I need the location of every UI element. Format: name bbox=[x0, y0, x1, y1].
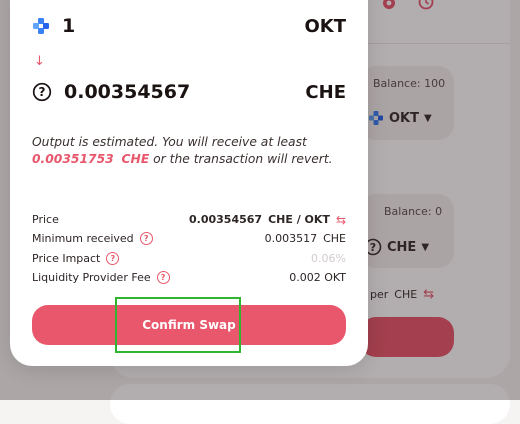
price-impact-row: Price Impact ? 0.06% bbox=[32, 249, 346, 268]
minimum-received-value: 0.003517 bbox=[264, 232, 318, 246]
output-token-symbol: CHE bbox=[305, 81, 346, 103]
price-label: Price bbox=[32, 213, 59, 227]
input-token-symbol: OKT bbox=[304, 15, 346, 37]
lp-fee-row: Liquidity Provider Fee ? 0.002 OKT bbox=[32, 268, 346, 287]
arrow-down-icon: ↓ bbox=[34, 54, 45, 69]
confirm-swap-modal: 1 OKT ↓ ? 0.00354567 CHE Output is estim… bbox=[10, 0, 368, 366]
price-value: 0.00354567 bbox=[189, 213, 263, 227]
confirm-swap-button[interactable]: Confirm Swap bbox=[32, 305, 346, 345]
price-value-group: 0.00354567 CHE / OKT ⇆ bbox=[189, 213, 346, 227]
estimate-line2: or the transaction will revert. bbox=[153, 152, 333, 166]
lp-fee-value: 0.002 OKT bbox=[289, 271, 346, 285]
question-token-icon: ? bbox=[32, 82, 52, 102]
price-row: Price 0.00354567 CHE / OKT ⇆ bbox=[32, 210, 346, 229]
input-amount-row: 1 OKT bbox=[32, 15, 346, 37]
lp-fee-label: Liquidity Provider Fee bbox=[32, 271, 151, 285]
okt-token-icon bbox=[33, 18, 49, 34]
help-icon[interactable]: ? bbox=[156, 271, 170, 285]
estimate-notice: Output is estimated. You will receive at… bbox=[32, 134, 352, 168]
price-impact-value: 0.06% bbox=[311, 251, 346, 265]
minimum-token: CHE bbox=[121, 152, 150, 166]
minimum-amount: 0.00351753 bbox=[32, 152, 114, 166]
minimum-received-unit: CHE bbox=[323, 232, 346, 246]
help-icon[interactable]: ? bbox=[106, 251, 120, 265]
help-icon[interactable]: ? bbox=[139, 232, 153, 246]
minimum-received-row: Minimum received ? 0.003517 CHE bbox=[32, 229, 346, 248]
invert-price-icon[interactable]: ⇆ bbox=[336, 213, 346, 227]
output-amount: 0.00354567 bbox=[64, 81, 191, 103]
minimum-received-label: Minimum received bbox=[32, 232, 134, 246]
swap-details: Price 0.00354567 CHE / OKT ⇆ Minimum rec… bbox=[32, 210, 346, 287]
estimate-line1: Output is estimated. You will receive at… bbox=[32, 135, 307, 149]
input-amount: 1 bbox=[62, 15, 76, 37]
minimum-received-value-group: 0.003517 CHE bbox=[265, 232, 346, 245]
svg-text:?: ? bbox=[39, 85, 46, 99]
price-unit: CHE / OKT bbox=[268, 213, 330, 227]
output-amount-row: ? 0.00354567 CHE bbox=[32, 81, 346, 103]
price-impact-label: Price Impact bbox=[32, 251, 101, 265]
